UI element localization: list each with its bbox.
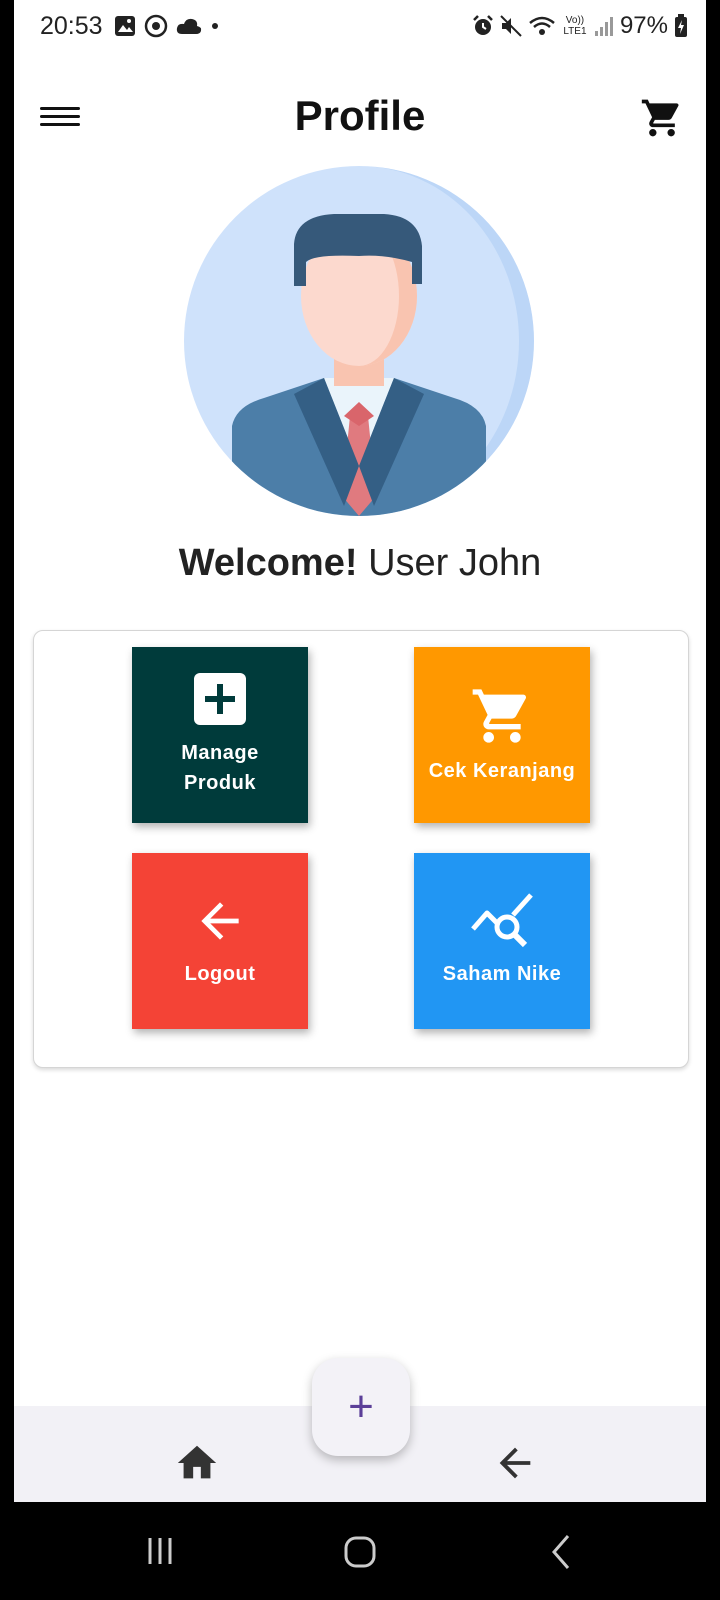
recent-apps-icon[interactable]	[138, 1530, 182, 1574]
network-label: Vo)) LTE1	[563, 15, 587, 37]
cek-keranjang-button[interactable]: Cek Keranjang	[414, 647, 590, 823]
mute-icon	[500, 15, 522, 37]
battery-charging-icon	[675, 14, 687, 37]
dot-icon	[212, 23, 218, 29]
status-time: 20:53	[40, 12, 103, 40]
home-circle-icon[interactable]	[338, 1530, 382, 1574]
add-fab-button[interactable]: +	[312, 1358, 410, 1456]
page-title: Profile	[294, 92, 426, 139]
status-bar: 20:53 Vo)) LTE1 97%	[14, 0, 706, 54]
saham-nike-button[interactable]: Saham Nike	[414, 853, 590, 1029]
home-icon[interactable]	[174, 1440, 220, 1486]
gallery-icon	[115, 16, 135, 36]
system-navigation-bar	[0, 1502, 720, 1600]
manage-produk-label: Manage Produk	[181, 742, 259, 794]
saham-nike-label: Saham Nike	[442, 963, 562, 985]
status-left-icons	[114, 14, 220, 38]
manage-produk-button[interactable]: Manage Produk	[132, 647, 308, 823]
shopping-cart-icon	[472, 689, 527, 743]
wifi-icon	[529, 16, 555, 35]
back-arrow-icon[interactable]	[492, 1440, 538, 1486]
logout-label: Logout	[184, 963, 256, 985]
arrow-back-icon	[201, 902, 239, 940]
alarm-icon	[473, 15, 493, 35]
system-back-icon[interactable]	[540, 1530, 584, 1574]
sync-icon	[144, 14, 168, 38]
query-stats-icon	[471, 893, 533, 948]
battery-percent: 97%	[619, 12, 668, 39]
menu-card: Manage Produk Cek Keranjang Logout Saham…	[33, 630, 689, 1068]
avatar-illustration	[184, 166, 534, 516]
signal-icon	[594, 17, 613, 36]
cart-icon[interactable]	[640, 96, 684, 140]
app-bar: Profile	[14, 80, 706, 156]
welcome-greeting: Welcome!	[178, 542, 358, 584]
cloud-icon	[176, 18, 202, 34]
logout-button[interactable]: Logout	[132, 853, 308, 1029]
cek-keranjang-label: Cek Keranjang	[428, 760, 576, 782]
add-box-icon	[194, 673, 246, 725]
plus-icon: +	[348, 1382, 374, 1431]
app-screen: 20:53 Vo)) LTE1 97% Profile Welcome! Use…	[14, 0, 706, 1502]
welcome-username: User John	[368, 542, 542, 584]
welcome-message: Welcome! User John	[14, 542, 706, 585]
status-right: Vo)) LTE1 97%	[472, 12, 688, 40]
